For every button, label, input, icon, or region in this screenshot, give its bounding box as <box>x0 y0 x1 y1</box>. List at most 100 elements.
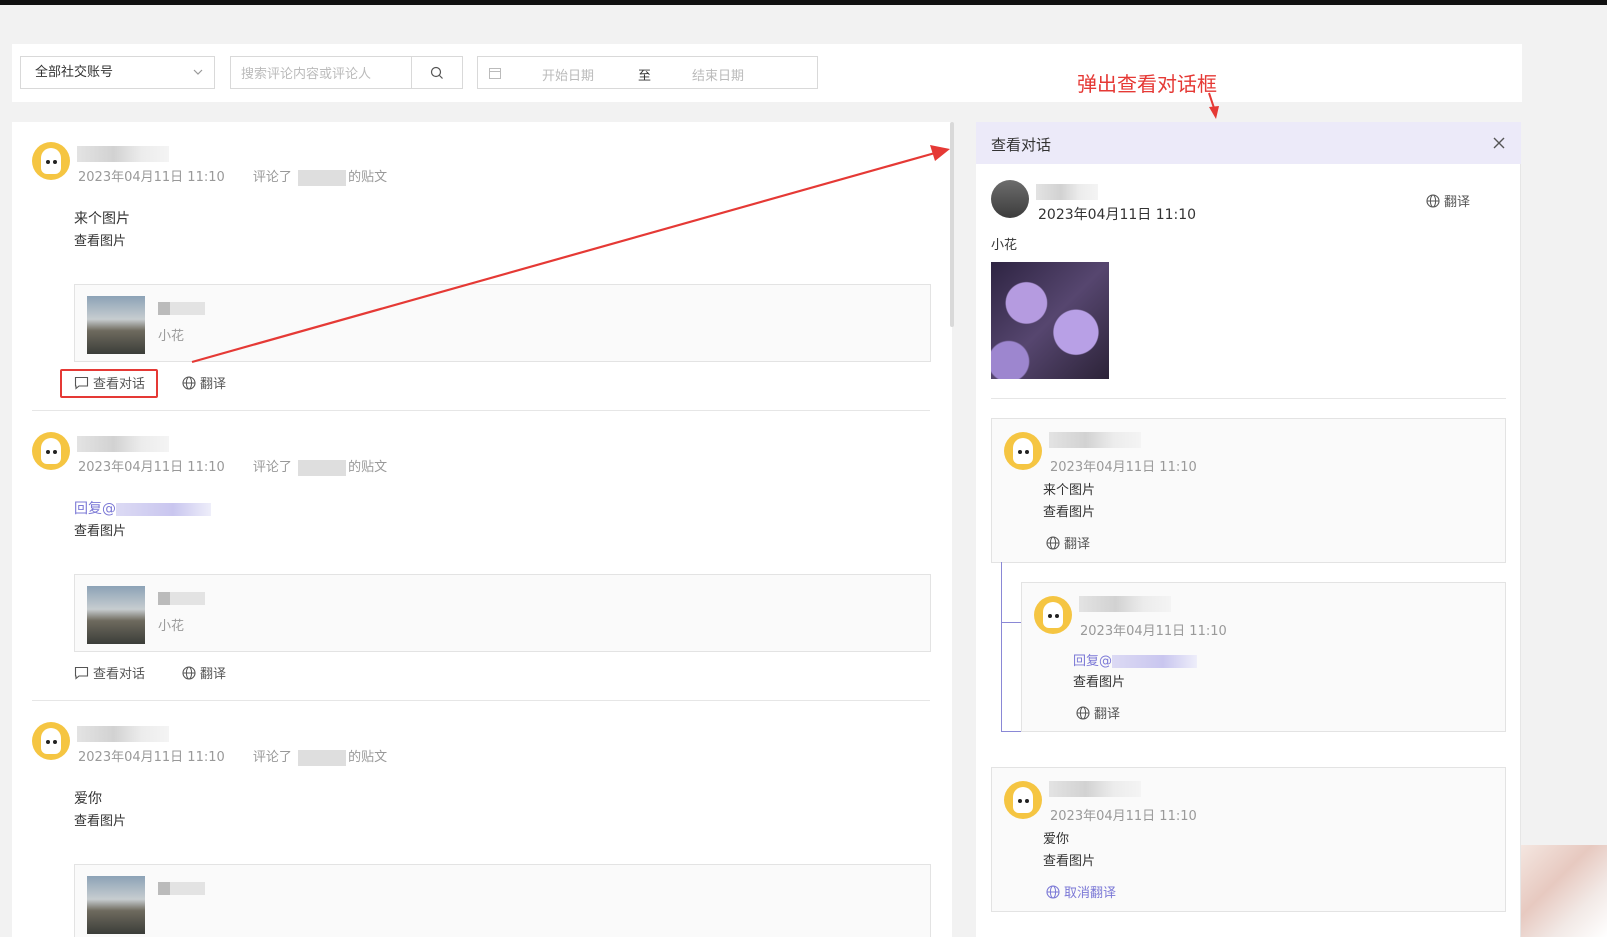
post-author-name <box>158 592 205 605</box>
globe-icon <box>1076 705 1090 720</box>
post-suffix: 的贴文 <box>348 170 388 185</box>
reply-time: 2023年04月11日 11:10 <box>1050 460 1197 475</box>
reply-time: 2023年04月11日 11:10 <box>1050 809 1197 824</box>
avatar <box>32 432 70 470</box>
calendar-icon <box>489 68 501 79</box>
globe-icon <box>1046 884 1060 899</box>
post-author-name <box>158 882 205 895</box>
reply-text: 来个图片 <box>1043 483 1096 498</box>
translate-button[interactable]: 翻译 <box>1426 191 1470 210</box>
search-box <box>230 56 463 89</box>
panel-header: 查看对话 <box>976 122 1521 164</box>
avatar <box>32 722 70 760</box>
post-thumbnail <box>87 876 145 934</box>
chevron-down-icon <box>192 57 204 100</box>
conversation-card: 2023年04月11日 11:10 爱你 查看图片 取消翻译 <box>991 767 1506 912</box>
translate-button[interactable]: 翻译 <box>1046 533 1090 552</box>
comment-action: 评论了 <box>252 170 292 185</box>
view-image-link[interactable]: 查看图片 <box>74 810 126 829</box>
comment-actions: 查看对话 翻译 <box>74 663 374 683</box>
commenter-name <box>1049 432 1141 448</box>
commenter-name <box>1049 781 1141 797</box>
post-suffix: 的贴文 <box>348 750 388 765</box>
date-end-input[interactable]: 结束日期 <box>692 65 744 84</box>
search-input[interactable] <box>239 63 408 85</box>
globe-icon <box>1046 535 1060 550</box>
post-author <box>298 459 347 476</box>
comment-meta: 2023年04月11日 11:10 评论了 的贴文 <box>78 456 387 476</box>
translate-label: 翻译 <box>200 377 227 392</box>
panel-title: 查看对话 <box>991 136 1052 154</box>
blurred-corner-image <box>1521 845 1607 937</box>
reply-prefix[interactable]: 回复@ <box>1073 654 1112 669</box>
thread-connector <box>1001 731 1021 732</box>
globe-icon <box>182 375 196 390</box>
post-text: 小花 <box>991 238 1018 253</box>
thread-connector <box>1001 622 1021 623</box>
comment-meta: 2023年04月11日 11:10 评论了 的贴文 <box>78 746 387 766</box>
globe-icon <box>1426 193 1440 208</box>
cancel-translate-button[interactable]: 取消翻译 <box>1046 882 1116 901</box>
comment-time: 2023年04月11日 11:10 <box>78 750 225 765</box>
cancel-translate-label: 取消翻译 <box>1064 886 1117 901</box>
conversation-card: 2023年04月11日 11:10 回复@ 查看图片 翻译 <box>1021 582 1506 732</box>
commenter-name <box>77 146 169 162</box>
annotation-label: 弹出查看对话框 <box>1077 72 1217 96</box>
highlight-box <box>60 369 158 398</box>
reply-text: 爱你 <box>1043 832 1070 847</box>
comment-text: 来个图片 <box>74 211 130 227</box>
post-suffix: 的贴文 <box>348 460 388 475</box>
avatar <box>32 142 70 180</box>
account-select[interactable]: 全部社交账号 <box>20 56 215 89</box>
comment-time: 2023年04月11日 11:10 <box>78 170 225 185</box>
comment-action: 评论了 <box>252 750 292 765</box>
comment-action: 评论了 <box>252 460 292 475</box>
close-icon <box>1493 137 1505 149</box>
reply-text: 回复@ <box>1073 650 1198 669</box>
post-card[interactable]: 小花 <box>74 284 931 362</box>
divider <box>32 700 930 701</box>
date-start-input[interactable]: 开始日期 <box>542 65 594 84</box>
view-conversation-label: 查看对话 <box>93 667 146 682</box>
comment-meta: 2023年04月11日 11:10 评论了 的贴文 <box>78 166 387 186</box>
search-icon <box>430 66 443 79</box>
chat-bubble-icon <box>74 666 89 680</box>
avatar <box>1004 781 1042 819</box>
view-image-link[interactable]: 查看图片 <box>1043 850 1095 869</box>
reply-target-name <box>116 502 211 516</box>
comment-text: 爱你 <box>74 791 102 807</box>
date-separator: 至 <box>638 69 652 84</box>
account-select-value: 全部社交账号 <box>35 65 114 80</box>
post-thumbnail <box>87 296 145 354</box>
view-conversation-button[interactable]: 查看对话 <box>74 663 145 682</box>
comment-item: 2023年04月11日 11:10 评论了 的贴文 爱你 查看图片 <box>32 720 932 937</box>
scrollbar[interactable] <box>950 122 954 327</box>
avatar <box>1034 596 1072 634</box>
translate-label: 翻译 <box>1064 537 1091 552</box>
date-range-picker[interactable]: 开始日期 至 结束日期 <box>477 56 818 89</box>
close-button[interactable] <box>1491 135 1507 151</box>
view-image-link[interactable]: 查看图片 <box>74 230 126 249</box>
comment-feed: 2023年04月11日 11:10 评论了 的贴文 来个图片 查看图片 小花 查… <box>12 122 952 937</box>
search-button[interactable] <box>411 57 462 88</box>
window-top-bar <box>0 0 1607 5</box>
view-image-link[interactable]: 查看图片 <box>1043 501 1095 520</box>
translate-button[interactable]: 翻译 <box>1076 703 1120 722</box>
panel-border <box>1520 164 1521 937</box>
conversation-panel: 查看对话 2023年04月11日 11:10 翻译 小花 2023年04月11日… <box>976 122 1521 937</box>
thread-connector <box>1001 562 1002 732</box>
post-card[interactable]: 小花 <box>74 574 931 652</box>
view-image-link[interactable]: 查看图片 <box>74 520 126 539</box>
view-image-link[interactable]: 查看图片 <box>1073 671 1125 690</box>
post-author <box>298 749 347 766</box>
post-author-name <box>158 302 205 315</box>
reply-prefix[interactable]: 回复@ <box>74 501 116 517</box>
translate-button[interactable]: 翻译 <box>182 373 226 392</box>
reply-time: 2023年04月11日 11:10 <box>1080 624 1227 639</box>
globe-icon <box>182 665 196 680</box>
translate-button[interactable]: 翻译 <box>182 663 226 682</box>
post-photo[interactable] <box>991 262 1109 379</box>
post-card[interactable] <box>74 864 931 937</box>
post-author-name <box>1036 184 1098 200</box>
conversation-card: 2023年04月11日 11:10 来个图片 查看图片 翻译 <box>991 418 1506 563</box>
